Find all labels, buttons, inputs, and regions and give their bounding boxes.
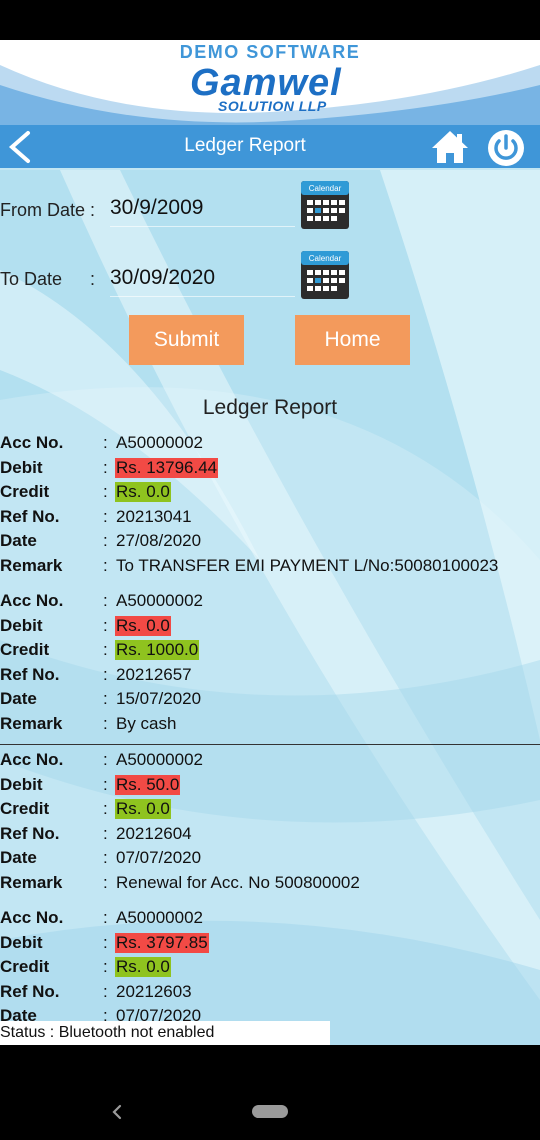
remark-label: Remark [0,872,63,892]
calendar-icon-text: Calendar [309,254,342,263]
remark-value: To TRANSFER EMI PAYMENT L/No:50080100023 [116,555,499,575]
brand-top-text: DEMO SOFTWARE [179,42,361,62]
ledger-entry: Acc No.: A50000002 Debit: Rs. 50.0 Credit:… [0,744,540,903]
submit-button[interactable]: Submit [129,315,244,365]
to-date-field[interactable]: 30/09/2020 [110,266,295,297]
date-value: 07/07/2020 [116,848,202,867]
acc-no-value: A50000002 [116,750,203,769]
debit-value: Rs. 3797.85 [115,932,209,953]
remark-value: By cash [116,713,177,733]
app-screen: DEMO SOFTWARE Gamwel SOLUTION LLP Ledger… [0,40,540,1045]
page-title: Ledger Report [184,135,306,156]
report-title: Ledger Report [202,396,338,419]
ref-no-value: 20212657 [116,664,192,684]
date-label: Date [0,689,37,708]
ref-no-value: 20213041 [116,506,192,526]
ledger-entry: Acc No.: A50000002 Debit: Rs. 0.0 Credit: R… [0,586,540,744]
brand-sub-text: SOLUTION LLP [218,98,327,114]
colon: : [103,591,108,610]
colon: : [103,981,108,1001]
acc-no-value: A50000002 [116,433,203,452]
debit-value: Rs. 13796.44 [115,457,219,478]
remark-label: Remark [0,555,63,575]
to-date-label: To Date [0,269,63,289]
debit-value: Rs. 50.0 [115,774,181,795]
colon: : [103,640,108,659]
date-value: 27/08/2020 [116,531,202,550]
acc-no-value: A50000002 [116,908,203,927]
acc-no-label: Acc No. [0,908,64,927]
status-bar [0,0,540,40]
logo-header: DEMO SOFTWARE Gamwel SOLUTION LLP [0,40,540,125]
colon: : [103,908,108,927]
ref-no-label: Ref No. [0,981,60,1001]
acc-no-label: Acc No. [0,591,64,610]
date-label: Date [0,531,37,550]
debit-label: Debit [0,932,43,952]
acc-no-label: Acc No. [0,433,64,452]
debit-label: Debit [0,774,43,794]
date-label: Date [0,848,37,867]
acc-no-label: Acc No. [0,750,64,769]
colon: : [103,531,108,550]
debit-label: Debit [0,457,43,477]
colon: : [103,799,108,818]
ledger-entries-list: Acc No.: A50000002 Debit: Rs. 13796.44 Cre… [0,428,540,1037]
colon: : [103,774,108,794]
from-date-label: From Date : [0,200,96,220]
colon: : [103,750,108,769]
colon: : [103,848,108,867]
calendar-icon[interactable]: Calendar [300,250,350,300]
home-icon[interactable] [430,129,470,165]
colon: : [103,506,108,526]
colon: : [103,615,108,635]
system-home-pill-icon[interactable] [252,1105,288,1118]
credit-label: Credit [0,957,50,976]
navigation-bar: Ledger Report [0,125,540,168]
colon: : [103,689,108,708]
status-text: Status : Bluetooth not enabled [0,1021,330,1045]
ref-no-value: 20212603 [116,981,192,1001]
to-date-colon: : [90,269,96,289]
credit-label: Credit [0,799,50,818]
calendar-icon-text: Calendar [309,184,342,193]
system-back-icon[interactable] [110,1103,124,1121]
debit-label: Debit [0,615,43,635]
ledger-entry: Acc No.: A50000002 Debit: Rs. 3797.85 Cred… [0,903,540,1037]
remark-value: Renewal for Acc. No 500800002 [116,872,360,892]
ledger-entry: Acc No.: A50000002 Debit: Rs. 13796.44 Cre… [0,428,540,586]
date-value: 15/07/2020 [116,689,202,708]
credit-label: Credit [0,482,50,501]
colon: : [103,457,108,477]
calendar-icon[interactable]: Calendar [300,180,350,230]
colon: : [103,713,108,733]
colon: : [103,433,108,452]
from-date-field[interactable]: 30/9/2009 [110,196,295,227]
home-button[interactable]: Home [295,315,410,365]
colon: : [103,664,108,684]
ref-no-label: Ref No. [0,506,60,526]
system-navigation-bar [0,1045,540,1140]
power-icon[interactable] [487,129,525,167]
colon: : [103,932,108,952]
remark-label: Remark [0,713,63,733]
acc-no-value: A50000002 [116,591,203,610]
ref-no-label: Ref No. [0,664,60,684]
colon: : [103,555,108,575]
credit-value: Rs. 0.0 [115,957,171,977]
credit-value: Rs. 0.0 [115,482,171,502]
credit-value: Rs. 1000.0 [115,640,200,660]
ref-no-value: 20212604 [116,823,192,843]
ref-no-label: Ref No. [0,823,60,843]
colon: : [103,482,108,501]
credit-value: Rs. 0.0 [115,799,171,819]
colon: : [103,823,108,843]
credit-label: Credit [0,640,50,659]
colon: : [103,872,108,892]
debit-value: Rs. 0.0 [115,615,171,636]
colon: : [103,957,108,976]
